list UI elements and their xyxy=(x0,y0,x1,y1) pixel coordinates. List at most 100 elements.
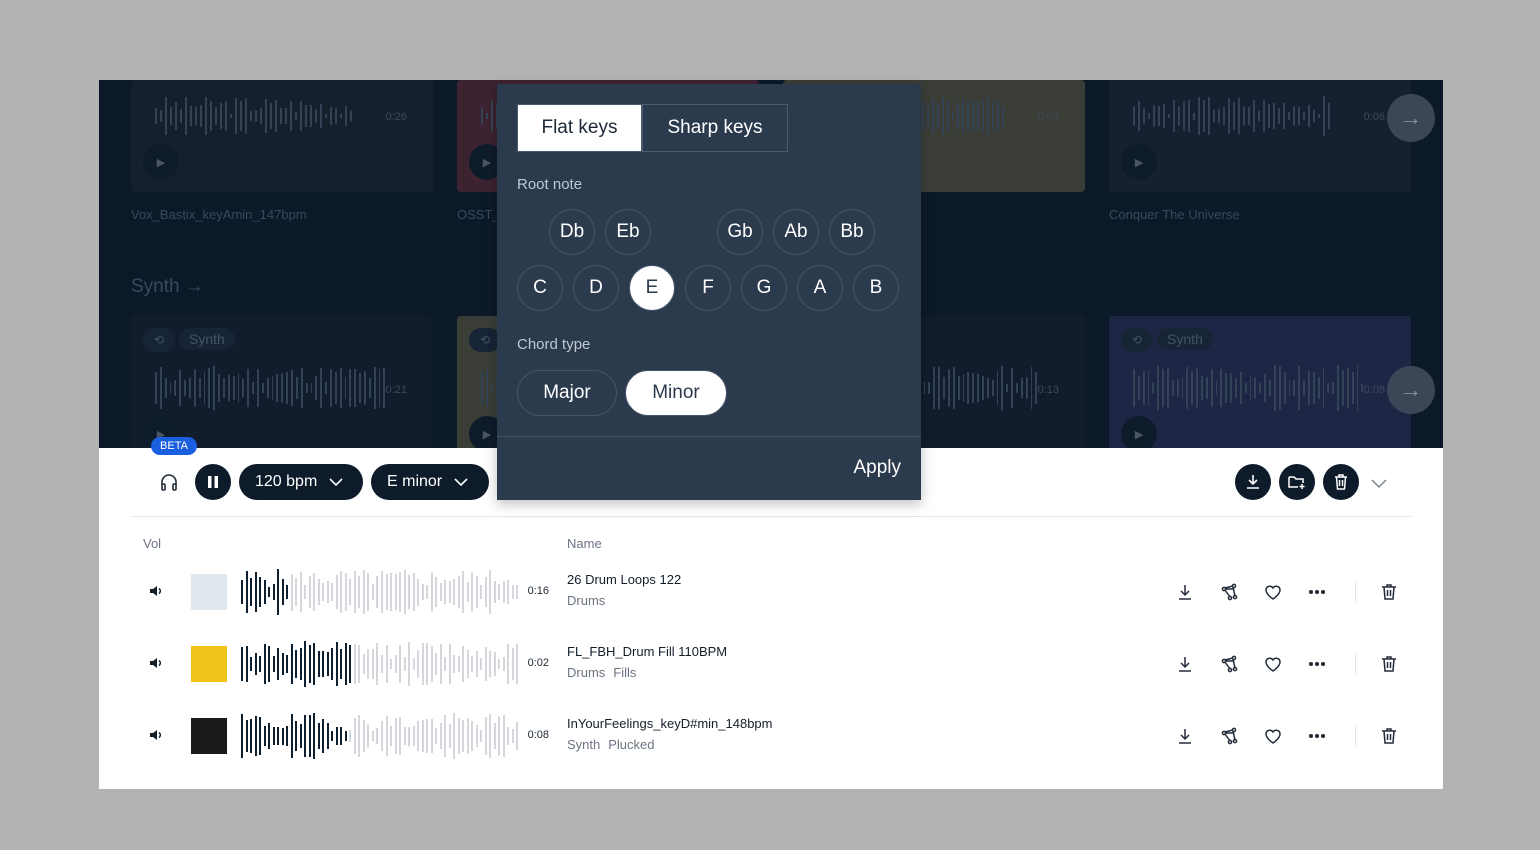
collapse-chevron[interactable] xyxy=(1371,476,1387,494)
download-button[interactable] xyxy=(1174,581,1196,603)
apply-button[interactable]: Apply xyxy=(853,457,901,479)
add-to-folder-button[interactable] xyxy=(1279,464,1315,500)
note-d[interactable]: D xyxy=(573,265,619,311)
waveform-bar xyxy=(399,644,402,684)
table-row[interactable]: 0:02 FL_FBH_Drum Fill 110BPM Drums Fills xyxy=(99,634,1443,694)
note-c[interactable]: C xyxy=(517,265,563,311)
waveform-bar xyxy=(184,380,187,396)
waveform-bar xyxy=(320,367,323,409)
waveform-bar xyxy=(1332,381,1335,395)
waveform-bar xyxy=(250,657,253,671)
download-icon xyxy=(1247,475,1259,489)
tag[interactable]: Drums xyxy=(567,665,605,680)
waveform-bar xyxy=(1298,366,1301,410)
waveform-bar xyxy=(1152,382,1155,394)
tab-flat-keys[interactable]: Flat keys xyxy=(517,104,642,152)
tag: Synth xyxy=(1157,328,1213,350)
more-button[interactable] xyxy=(1306,581,1328,603)
play-button[interactable]: ▶ xyxy=(143,144,179,180)
waveform-bar xyxy=(281,578,284,606)
trash-button[interactable] xyxy=(1378,581,1400,603)
pause-button[interactable] xyxy=(195,464,231,500)
note-ab[interactable]: Ab xyxy=(773,209,819,255)
sample-title[interactable]: OSST_ xyxy=(457,207,500,222)
waveform-scrubber[interactable] xyxy=(241,713,519,759)
waveform-bar xyxy=(308,714,311,757)
trash-button[interactable] xyxy=(1378,725,1400,747)
waveform-bar xyxy=(484,717,487,755)
note-bb[interactable]: Bb xyxy=(829,209,875,255)
similar-button[interactable] xyxy=(1218,653,1240,675)
waveform-bar xyxy=(1203,99,1205,133)
waveform-bar xyxy=(962,374,965,402)
waveform-bar xyxy=(982,99,984,133)
download-all-button[interactable] xyxy=(1235,464,1271,500)
play-button[interactable]: ▶ xyxy=(1121,416,1157,448)
waveform-bar xyxy=(502,657,505,671)
waveform-bar xyxy=(466,718,469,754)
tag[interactable]: Drums xyxy=(567,593,605,608)
delete-all-button[interactable] xyxy=(1323,464,1359,500)
waveform-scrubber[interactable] xyxy=(241,569,519,615)
note-db[interactable]: Db xyxy=(549,209,595,255)
chord-minor-button[interactable]: Minor xyxy=(625,370,727,416)
note-g[interactable]: G xyxy=(741,265,787,311)
heart-button[interactable] xyxy=(1262,725,1284,747)
waveform-bar xyxy=(344,730,347,742)
waveform-bar xyxy=(981,376,984,400)
sample-card[interactable]: ⟲ Synth 0:08 ▶ xyxy=(1109,316,1411,448)
bpm-dropdown[interactable]: 120 bpm xyxy=(239,464,363,500)
heart-button[interactable] xyxy=(1262,581,1284,603)
heart-button[interactable] xyxy=(1262,653,1284,675)
key-dropdown[interactable]: E minor xyxy=(371,464,489,500)
note-e[interactable]: E xyxy=(629,265,675,311)
similar-button[interactable] xyxy=(1218,725,1240,747)
waveform-bar xyxy=(1239,372,1242,404)
table-row[interactable]: 0:16 26 Drum Loops 122 Drums xyxy=(99,562,1443,622)
tab-sharp-keys[interactable]: Sharp keys xyxy=(642,104,788,152)
more-button[interactable] xyxy=(1306,725,1328,747)
waveform-bar xyxy=(435,577,438,607)
note-eb[interactable]: Eb xyxy=(605,209,651,255)
note-b[interactable]: B xyxy=(853,265,899,311)
similar-button[interactable] xyxy=(1218,581,1240,603)
chord-major-button[interactable]: Major xyxy=(517,370,617,416)
headphones-icon[interactable] xyxy=(159,472,179,497)
waveform-bar xyxy=(490,382,493,394)
section-title-synth[interactable]: Synth → xyxy=(131,276,204,298)
sample-name[interactable]: InYourFeelings_keyD#min_148bpm xyxy=(567,716,772,731)
tag[interactable]: Synth xyxy=(567,737,600,752)
tag[interactable]: Fills xyxy=(613,665,636,680)
trash-button[interactable] xyxy=(1378,653,1400,675)
volume-icon[interactable] xyxy=(149,728,163,742)
tag[interactable]: Plucked xyxy=(608,737,654,752)
note-a[interactable]: A xyxy=(797,265,843,311)
download-button[interactable] xyxy=(1174,725,1196,747)
volume-icon[interactable] xyxy=(149,656,163,670)
table-row[interactable]: 0:08 InYourFeelings_keyD#min_148bpm Synt… xyxy=(99,706,1443,766)
column-header-name[interactable]: Name xyxy=(567,536,602,551)
note-gb[interactable]: Gb xyxy=(717,209,763,255)
sample-card[interactable]: ⟲ Synth 0:21 ▶ xyxy=(131,316,433,448)
sample-name[interactable]: FL_FBH_Drum Fill 110BPM xyxy=(567,644,727,659)
waveform-bar xyxy=(493,652,496,676)
sample-title[interactable]: Conquer The Universe xyxy=(1109,207,1240,222)
waveform-bar xyxy=(394,655,397,673)
waveform-bar xyxy=(493,723,496,749)
next-arrow-button[interactable]: → xyxy=(1387,366,1435,414)
note-f[interactable]: F xyxy=(685,265,731,311)
waveform-bar xyxy=(412,572,415,612)
waveform-scrubber[interactable] xyxy=(241,641,519,687)
next-arrow-button[interactable]: → xyxy=(1387,94,1435,142)
sample-card[interactable]: 0:26 ▶ xyxy=(131,80,433,192)
download-button[interactable] xyxy=(1174,653,1196,675)
waveform-bar xyxy=(1278,365,1281,411)
sample-title[interactable]: Vox_Bastix_keyAmin_147bpm xyxy=(131,207,307,222)
waveform-bar xyxy=(299,571,302,613)
play-button[interactable]: ▶ xyxy=(1121,144,1157,180)
volume-icon[interactable] xyxy=(149,584,163,598)
more-button[interactable] xyxy=(1306,653,1328,675)
sample-card[interactable]: 0:06 ▶ xyxy=(1109,80,1411,192)
waveform-bar xyxy=(1303,112,1305,120)
sample-name[interactable]: 26 Drum Loops 122 xyxy=(567,572,681,587)
